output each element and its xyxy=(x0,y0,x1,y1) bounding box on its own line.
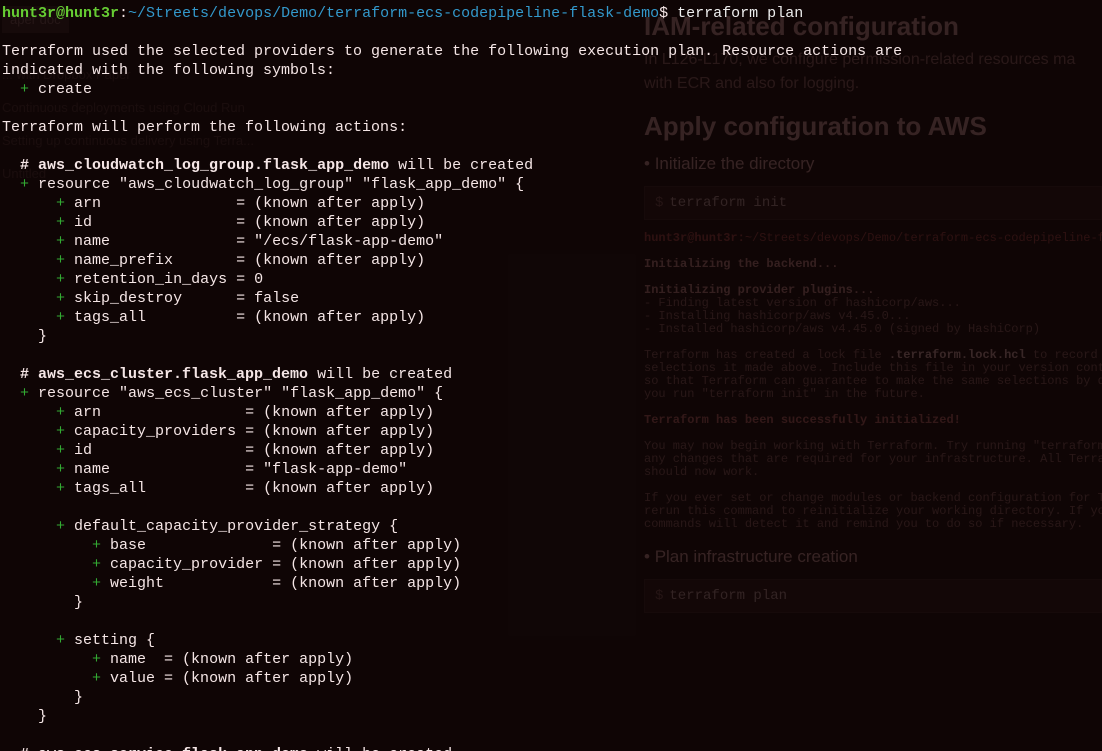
plus-icon: + xyxy=(92,651,101,668)
terminal[interactable]: hunt3r@hunt3r:~/Streets/devops/Demo/terr… xyxy=(0,0,1102,751)
plus-icon: + xyxy=(56,233,65,250)
plus-icon: + xyxy=(92,575,101,592)
plus-icon: + xyxy=(56,518,65,535)
plus-icon: + xyxy=(56,214,65,231)
plus-icon: + xyxy=(56,423,65,440)
plus-icon: + xyxy=(56,290,65,307)
plus-icon: + xyxy=(92,537,101,554)
plus-icon: + xyxy=(56,461,65,478)
resource-comment: # aws_cloudwatch_log_group.flask_app_dem… xyxy=(20,157,389,174)
plus-icon: + xyxy=(56,480,65,497)
plus-icon: + xyxy=(56,309,65,326)
resource-comment: # aws_ecs_cluster.flask_app_demo xyxy=(20,366,308,383)
plus-icon: + xyxy=(20,385,29,402)
terminal-output: Terraform used the selected providers to… xyxy=(2,43,902,60)
prompt-user: hunt3r@hunt3r xyxy=(2,5,119,22)
plus-icon: + xyxy=(56,271,65,288)
terminal-command: terraform plan xyxy=(677,5,803,22)
resource-comment: # aws_ecs_service.flask_app_demo xyxy=(20,746,308,751)
plus-icon: + xyxy=(92,556,101,573)
prompt-path: ~/Streets/devops/Demo/terraform-ecs-code… xyxy=(128,5,659,22)
plus-icon: + xyxy=(56,442,65,459)
plus-icon: + xyxy=(20,81,29,98)
terminal-output: indicated with the following symbols: xyxy=(2,62,335,79)
terminal-output: Terraform will perform the following act… xyxy=(2,119,407,136)
plus-icon: + xyxy=(56,252,65,269)
plus-icon: + xyxy=(56,404,65,421)
plus-icon: + xyxy=(56,195,65,212)
plus-icon: + xyxy=(56,632,65,649)
plus-icon: + xyxy=(92,670,101,687)
plus-icon: + xyxy=(20,176,29,193)
